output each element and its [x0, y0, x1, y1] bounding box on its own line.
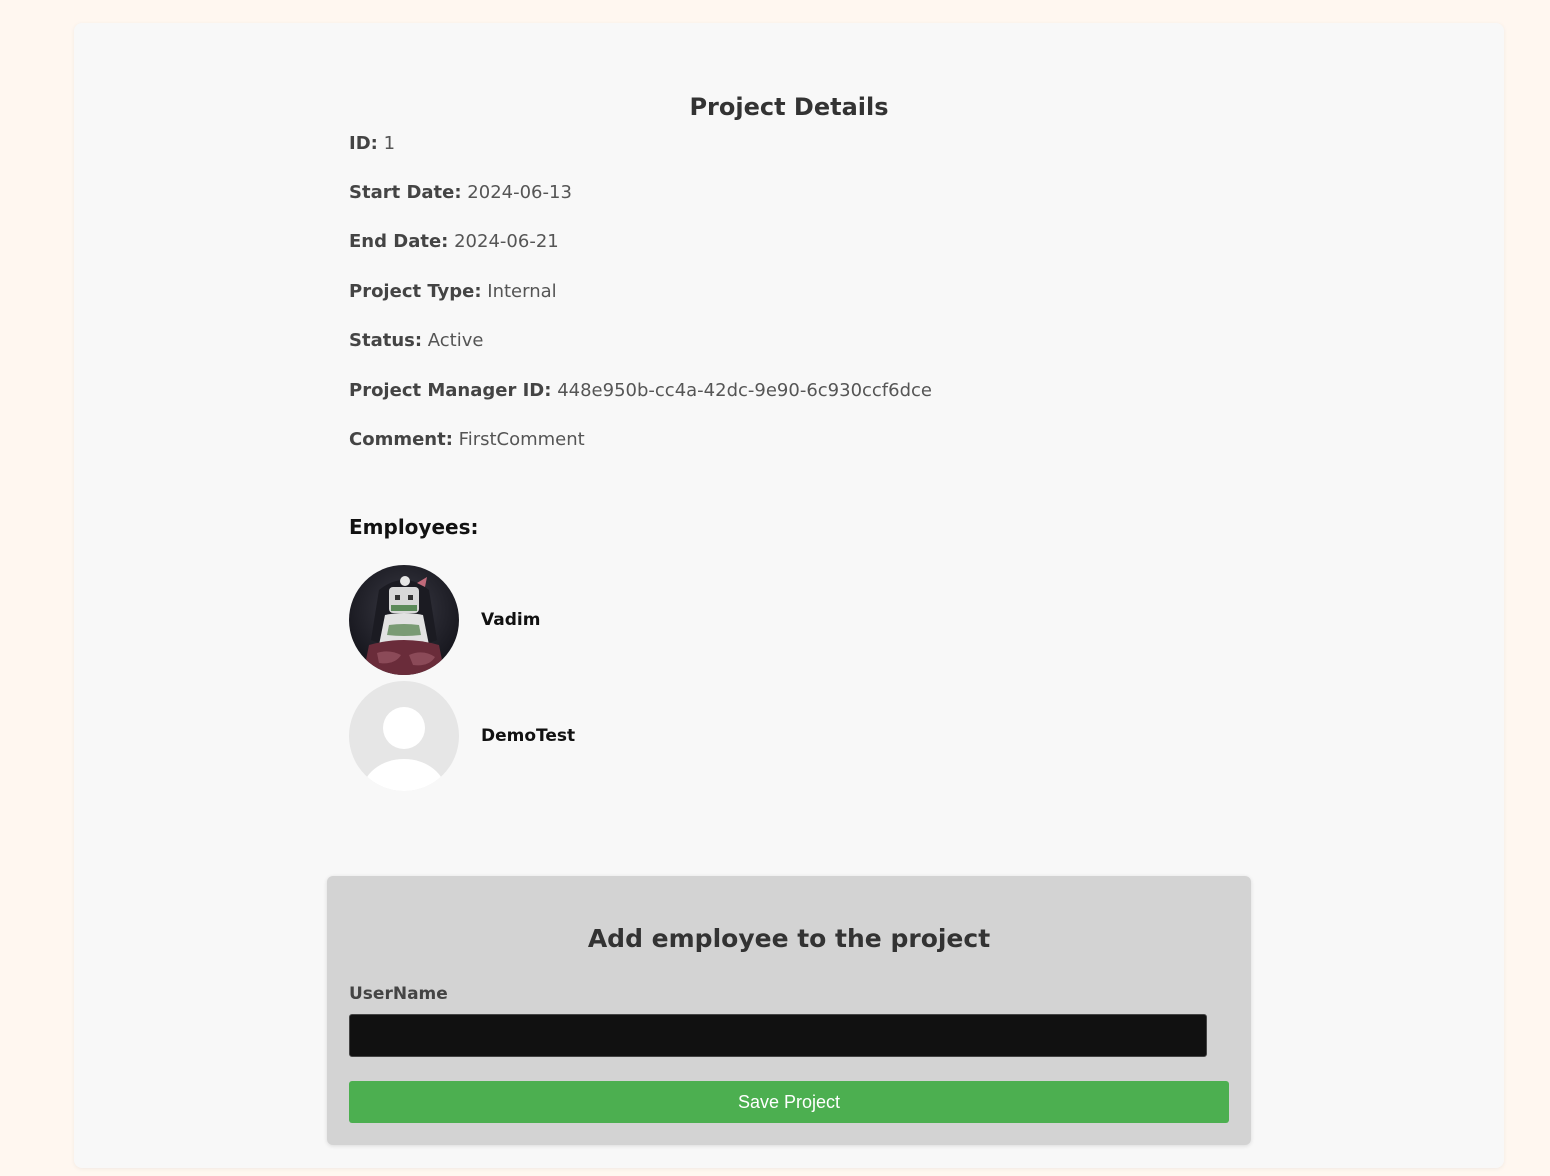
detail-project-type-value: Internal	[487, 281, 557, 302]
detail-project-type-label: Project Type:	[349, 281, 482, 302]
detail-status-value: Active	[427, 330, 484, 351]
detail-end-date-value: 2024-06-21	[454, 231, 559, 252]
detail-start-date-label: Start Date:	[349, 182, 462, 203]
detail-end-date-label: End Date:	[349, 231, 449, 252]
add-employee-title: Add employee to the project	[587, 924, 991, 953]
detail-id-label: ID:	[349, 133, 378, 154]
avatar	[349, 565, 459, 675]
avatar-photo-icon	[349, 565, 459, 675]
default-user-icon	[349, 681, 459, 791]
detail-start-date-value: 2024-06-13	[467, 182, 572, 203]
employee-item: Vadim	[349, 565, 540, 675]
detail-end-date: End Date: 2024-06-21	[349, 231, 559, 252]
employee-name: Vadim	[481, 610, 541, 630]
detail-project-manager-id-label: Project Manager ID:	[349, 380, 552, 401]
save-project-button[interactable]: Save Project	[349, 1081, 1229, 1123]
detail-id-value: 1	[383, 133, 396, 154]
employees-heading: Employees:	[349, 515, 479, 539]
username-input[interactable]	[349, 1014, 1207, 1057]
page-title: Project Details	[689, 93, 889, 121]
project-details-card: Project Details ID: 1 Start Date: 2024-0…	[74, 23, 1504, 1168]
detail-project-manager-id-value: 448e950b-cc4a-42dc-9e90-6c930ccf6dce	[557, 380, 932, 401]
detail-start-date: Start Date: 2024-06-13	[349, 182, 572, 203]
add-employee-panel: Add employee to the project UserName Sav…	[327, 876, 1251, 1145]
detail-comment: Comment: FirstComment	[349, 429, 585, 450]
avatar	[349, 681, 459, 791]
detail-id: ID: 1	[349, 133, 395, 154]
detail-status: Status: Active	[349, 330, 483, 351]
detail-project-type: Project Type: Internal	[349, 281, 557, 302]
detail-comment-value: FirstComment	[458, 429, 585, 450]
detail-comment-label: Comment:	[349, 429, 453, 450]
employee-item: DemoTest	[349, 681, 575, 791]
detail-project-manager-id: Project Manager ID: 448e950b-cc4a-42dc-9…	[349, 380, 932, 401]
username-label: UserName	[349, 984, 448, 1004]
employee-name: DemoTest	[481, 726, 576, 746]
detail-status-label: Status:	[349, 330, 423, 351]
